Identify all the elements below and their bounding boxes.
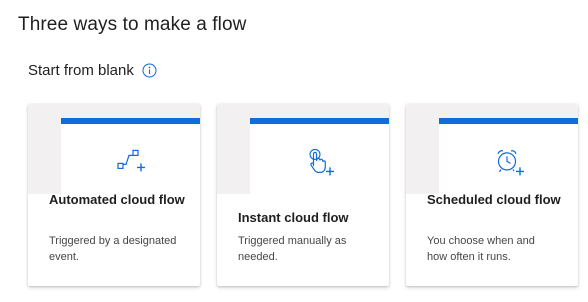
page-title: Three ways to make a flow [18, 14, 247, 35]
section-title: Start from blank [28, 62, 134, 79]
card-title: Automated cloud flow [49, 192, 185, 207]
card-title: Instant cloud flow [238, 210, 349, 225]
card-illustration [28, 104, 200, 194]
card-scheduled-cloud-flow[interactable]: Scheduled cloud flow You choose when and… [406, 104, 578, 286]
card-instant-cloud-flow[interactable]: Instant cloud flow Triggered manually as… [217, 104, 389, 286]
card-automated-cloud-flow[interactable]: Automated cloud flow Triggered by a desi… [28, 104, 200, 286]
card-description: Triggered manually as needed. [238, 235, 347, 263]
card-description: Triggered by a designated event. [49, 235, 177, 263]
automated-flow-icon [114, 145, 148, 179]
page: Three ways to make a flow Start from bla… [0, 0, 588, 302]
instant-flow-icon [303, 145, 337, 179]
info-icon[interactable] [142, 63, 157, 78]
card-title: Scheduled cloud flow [427, 192, 561, 207]
card-description: You choose when and how often it runs. [427, 235, 535, 263]
section-header: Start from blank [28, 62, 157, 79]
card-illustration [406, 104, 578, 194]
scheduled-flow-icon [492, 145, 526, 179]
card-illustration [217, 104, 389, 194]
